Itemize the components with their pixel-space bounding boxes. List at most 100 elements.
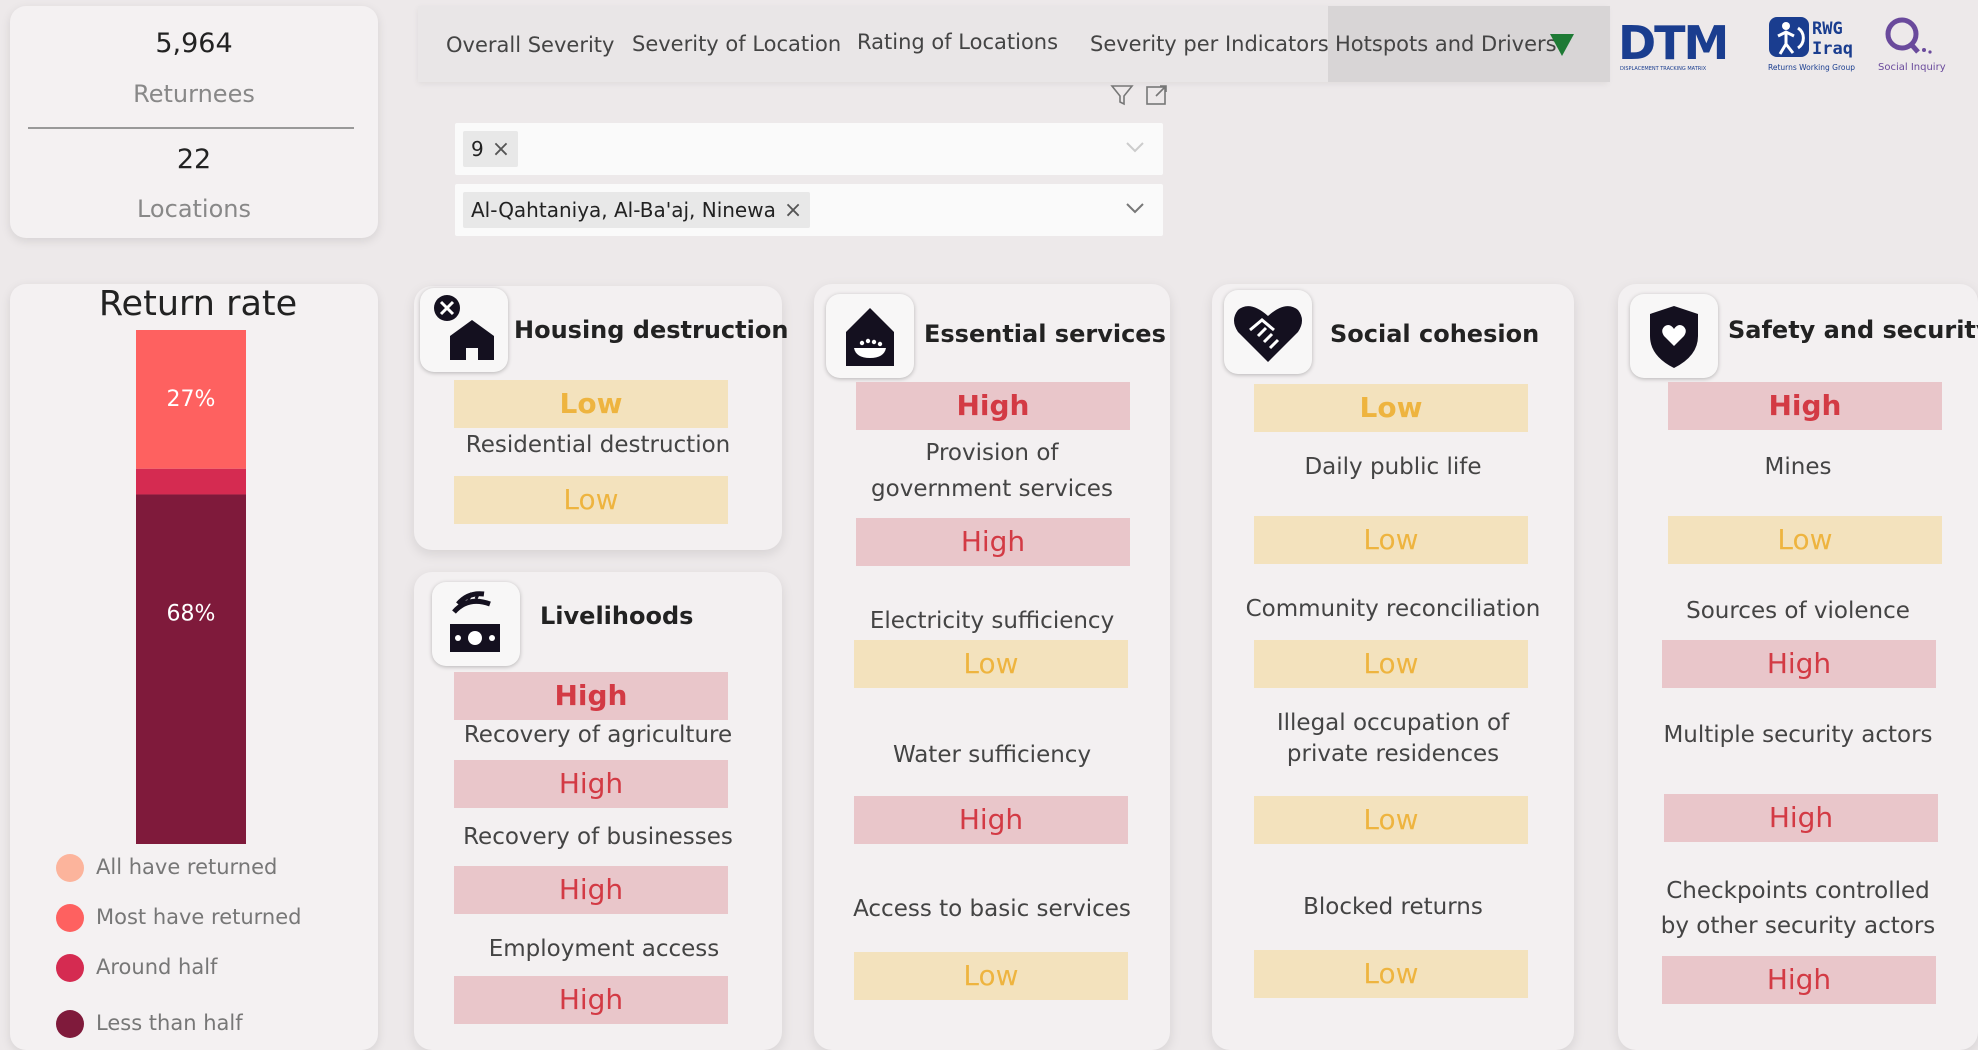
tab-severity-of-location[interactable]: Severity of Location: [632, 32, 841, 56]
social-cohesion-overall-level: Low: [1254, 384, 1528, 432]
essential-services-overall-level: High: [856, 382, 1130, 430]
focus-mode-icon[interactable]: [1144, 82, 1170, 108]
illegal-occupation-level: Low: [1254, 796, 1528, 844]
slicer-one-value: 9: [471, 137, 484, 161]
return-rate-title: Return rate: [98, 284, 298, 324]
shield-heart-icon: [1630, 294, 1718, 378]
partner-logos: DTM DISPLACEMENT TRACKING MATRIX RWG Ira…: [1612, 6, 1978, 82]
dropdown-triangle-icon[interactable]: [1550, 34, 1574, 56]
summary-stats-card: 5,964 Returnees 22 Locations: [10, 6, 378, 238]
legend-label[interactable]: Most have returned: [96, 905, 301, 929]
employment-access-level: High: [454, 976, 728, 1024]
house-destroyed-icon: [420, 288, 508, 372]
water-sufficiency-label: Water sufficiency: [892, 742, 1092, 768]
returnees-value: 5,964: [155, 28, 233, 59]
tab-hotspots-and-drivers[interactable]: Hotspots and Drivers: [1335, 32, 1557, 56]
dtm-logo-subtitle: DISPLACEMENT TRACKING MATRIX: [1620, 66, 1707, 72]
rwg-text: RWG: [1812, 19, 1843, 39]
safety-security-title: Safety and security: [1728, 316, 1978, 344]
housing-destruction-card: Housing destruction Low Residential dest…: [414, 286, 788, 550]
legend-label[interactable]: Around half: [96, 955, 217, 979]
checkpoints-label-line2: by other security actors: [1660, 913, 1936, 939]
social-cohesion-card: Social cohesion Low Daily public life Lo…: [1212, 284, 1574, 1050]
provision-gov-services-label-line1: Provision of: [925, 440, 1059, 466]
mines-level: Low: [1668, 516, 1942, 564]
safety-security-card: Safety and security High Mines Low Sourc…: [1618, 284, 1978, 1050]
remove-filter-icon[interactable]: ×: [492, 132, 510, 168]
legend-dot[interactable]: [56, 854, 84, 882]
access-basic-services-label: Access to basic services: [853, 896, 1131, 922]
returnees-label: Returnees: [133, 80, 255, 108]
recovery-agriculture-level: High: [454, 760, 728, 808]
recovery-businesses-level: High: [454, 866, 728, 914]
location-value: Al-Qahtaniya, Al-Ba'aj, Ninewa: [471, 198, 776, 222]
legend-label[interactable]: All have returned: [96, 855, 277, 879]
locations-value: 22: [176, 144, 212, 175]
blocked-returns-level: Low: [1254, 950, 1528, 998]
stats-divider: [28, 127, 354, 129]
safety-security-overall-level: High: [1668, 382, 1942, 430]
community-reconciliation-level: Low: [1254, 640, 1528, 688]
bar-segment-around-half[interactable]: [136, 468, 246, 495]
iraq-text: Iraq: [1812, 39, 1853, 59]
locations-label: Locations: [136, 195, 251, 223]
provision-gov-services-level: High: [856, 518, 1130, 566]
access-basic-services-level: Low: [854, 952, 1128, 1000]
illegal-occupation-label-line2: private residences: [1286, 741, 1500, 767]
social-cohesion-title: Social cohesion: [1330, 320, 1540, 348]
social-inquiry-logo: Social Inquiry: [1878, 17, 1946, 73]
daily-public-life-label: Daily public life: [1304, 454, 1482, 480]
bar-label-less-than-half: 68%: [167, 601, 216, 626]
multiple-security-actors-label: Multiple security actors: [1663, 722, 1933, 748]
employment-access-label: Employment access: [488, 936, 720, 962]
sources-of-violence-level: High: [1662, 640, 1936, 688]
chevron-down-icon[interactable]: [1123, 196, 1147, 220]
tab-rating-of-locations[interactable]: Rating of Locations: [857, 30, 1058, 54]
community-reconciliation-label: Community reconciliation: [1245, 596, 1541, 622]
livelihoods-title: Livelihoods: [540, 602, 694, 630]
provision-gov-services-label-line2: government services: [871, 476, 1113, 502]
housing-overall-level: Low: [454, 380, 728, 428]
recovery-businesses-label: Recovery of businesses: [463, 824, 733, 850]
tab-severity-per-indicators[interactable]: Severity per Indicators: [1090, 32, 1329, 56]
social-inquiry-text: Social Inquiry: [1878, 62, 1946, 73]
housing-title: Housing destruction: [514, 316, 789, 344]
mines-label: Mines: [1764, 454, 1832, 480]
essential-services-card: Essential services High Provision of gov…: [814, 284, 1170, 1050]
return-rate-card: Return rate 27% 68% All have returned Most…: [10, 284, 378, 1050]
blocked-returns-label: Blocked returns: [1303, 894, 1483, 920]
report-tab-bar: Overall Severity Severity of Location Ra…: [418, 6, 1610, 82]
legend-dot[interactable]: [56, 1010, 84, 1038]
illegal-occupation-label-line1: Illegal occupation of: [1276, 710, 1510, 736]
location-slicer[interactable]: Al-Qahtaniya, Al-Ba'aj, Ninewa ×: [455, 184, 1163, 236]
filter-icon[interactable]: [1109, 82, 1135, 108]
water-sufficiency-level: High: [854, 796, 1128, 844]
legend-dot[interactable]: [56, 954, 84, 982]
slicer-one-chip: 9 ×: [463, 131, 519, 168]
remove-location-icon[interactable]: ×: [784, 193, 802, 229]
sources-of-violence-label: Sources of violence: [1686, 598, 1910, 624]
return-rate-stacked-bar: 27% 68%: [136, 330, 246, 844]
essential-services-title: Essential services: [924, 320, 1166, 348]
residential-destruction-label: Residential destruction: [465, 432, 731, 458]
rwg-iraq-logo: RWG Iraq Returns Working Group: [1768, 17, 1855, 72]
slicer-one[interactable]: 9 ×: [455, 123, 1163, 175]
location-chip: Al-Qahtaniya, Al-Ba'aj, Ninewa ×: [463, 192, 811, 229]
electricity-sufficiency-label: Electricity sufficiency: [869, 608, 1115, 634]
tab-overall-severity[interactable]: Overall Severity: [446, 33, 614, 57]
chevron-down-icon[interactable]: [1123, 135, 1147, 159]
legend-label[interactable]: Less than half: [96, 1011, 243, 1035]
handshake-heart-icon: [1224, 290, 1312, 374]
livelihoods-card: Livelihoods High Recovery of agriculture…: [414, 572, 782, 1050]
dtm-logo: DTM: [1618, 16, 1729, 70]
recovery-agriculture-label: Recovery of agriculture: [463, 722, 733, 748]
electricity-sufficiency-level: Low: [854, 640, 1128, 688]
rwg-subtitle: Returns Working Group: [1768, 63, 1855, 72]
legend-dot[interactable]: [56, 904, 84, 932]
multiple-security-actors-level: High: [1664, 794, 1938, 842]
checkpoints-label-line1: Checkpoints controlled: [1666, 878, 1930, 904]
bar-label-most-have-returned: 27%: [167, 387, 216, 412]
livelihoods-overall-level: High: [454, 672, 728, 720]
bar-segment-less-than-half[interactable]: [136, 494, 246, 844]
checkpoints-level: High: [1662, 956, 1936, 1004]
